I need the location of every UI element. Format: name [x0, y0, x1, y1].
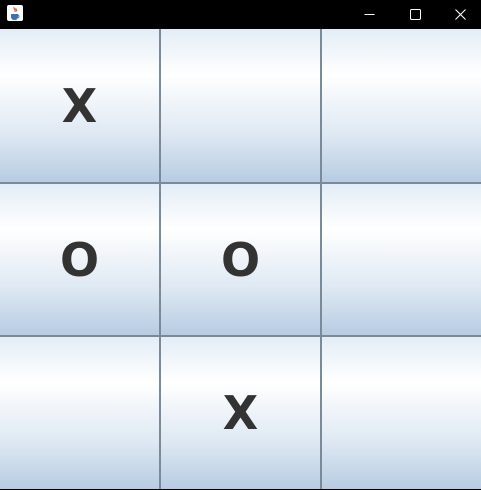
board-cell-r1-c2[interactable]	[161, 29, 320, 182]
board-cell-r1-c3[interactable]	[322, 29, 481, 182]
cell-mark: O	[220, 232, 261, 287]
close-icon	[454, 8, 466, 20]
board-cell-r3-c1[interactable]	[0, 337, 159, 489]
board-cell-r2-c3[interactable]	[322, 184, 481, 335]
minimize-icon	[364, 13, 374, 15]
minimize-button[interactable]	[346, 0, 392, 28]
cell-mark: X	[222, 386, 259, 440]
board-cell-r2-c1[interactable]: O	[0, 184, 159, 335]
board-cell-r3-c3[interactable]	[322, 337, 481, 489]
board-cell-r2-c2[interactable]: O	[161, 184, 320, 335]
cell-mark: O	[59, 232, 100, 287]
title-bar	[0, 0, 481, 28]
board-cell-r1-c1[interactable]: X	[0, 29, 159, 182]
maximize-button[interactable]	[392, 0, 438, 28]
tic-tac-toe-board: X O O X	[0, 29, 481, 489]
board-cell-r3-c2[interactable]: X	[161, 337, 320, 489]
game-window: X O O X	[0, 0, 481, 490]
maximize-icon	[409, 8, 421, 20]
cell-mark: X	[61, 78, 98, 133]
java-cup-icon	[7, 5, 23, 21]
close-button[interactable]	[437, 0, 481, 28]
